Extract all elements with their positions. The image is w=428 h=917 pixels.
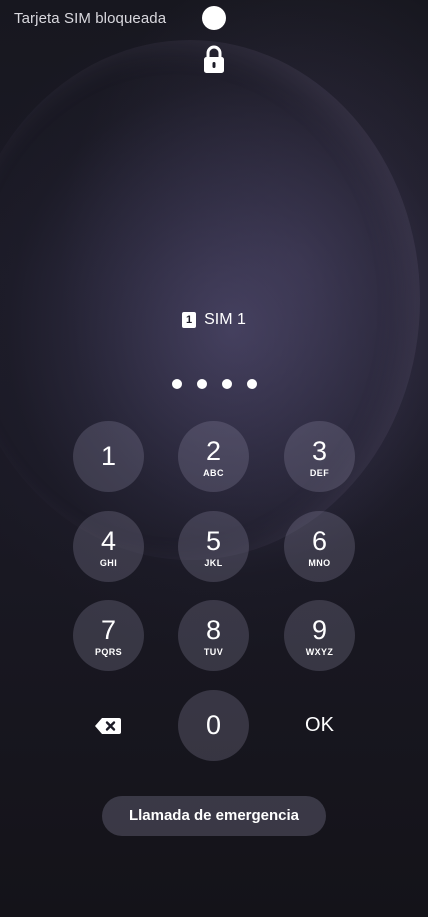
key-3[interactable]: 3 DEF [284,421,355,492]
key-digit: 4 [100,526,117,556]
key-5[interactable]: 5 JKL [178,511,249,582]
key-letters: PQRS [94,647,123,657]
ok-button[interactable]: OK [284,690,355,761]
key-9[interactable]: 9 WXYZ [284,600,355,671]
key-letters: DEF [309,468,330,478]
key-letters: WXYZ [305,647,334,657]
key-digit: 7 [100,615,117,645]
pin-dot [196,379,207,389]
status-text: Tarjeta SIM bloqueada [14,10,167,27]
sim-pin-lock-screen: Tarjeta SIM bloqueada 1 SIM 1 1 2 ABC 3 D… [0,0,428,917]
pin-dot [221,379,232,389]
emergency-call-button[interactable]: Llamada de emergencia [102,796,326,836]
pin-dot [246,379,257,389]
key-8[interactable]: 8 TUV [178,600,249,671]
key-6[interactable]: 6 MNO [284,511,355,582]
pin-dot [171,379,182,389]
key-digit: 8 [205,615,222,645]
key-letters: GHI [99,558,118,568]
sim-label: SIM 1 [204,311,246,328]
key-2[interactable]: 2 ABC [178,421,249,492]
key-digit: 2 [205,436,222,466]
key-letters: TUV [203,647,224,657]
key-letters: MNO [308,558,331,568]
key-digit: 3 [311,436,328,466]
key-digit: 9 [311,615,328,645]
lock-icon [204,45,224,73]
key-letters: ABC [203,468,224,478]
key-7[interactable]: 7 PQRS [73,600,144,671]
key-digit: 6 [311,526,328,556]
key-digit: 5 [205,526,222,556]
key-letters: JKL [204,558,223,568]
sim-indicator: 1 SIM 1 [0,311,428,329]
sim-slot-badge: 1 [182,312,197,328]
backspace-icon[interactable] [94,717,122,735]
key-1[interactable]: 1 [73,421,144,492]
key-digit: 1 [100,441,117,471]
key-4[interactable]: 4 GHI [73,511,144,582]
key-digit: 0 [205,710,222,740]
pin-dots [0,379,428,389]
front-camera-dot [202,6,226,30]
key-0[interactable]: 0 [178,690,249,761]
